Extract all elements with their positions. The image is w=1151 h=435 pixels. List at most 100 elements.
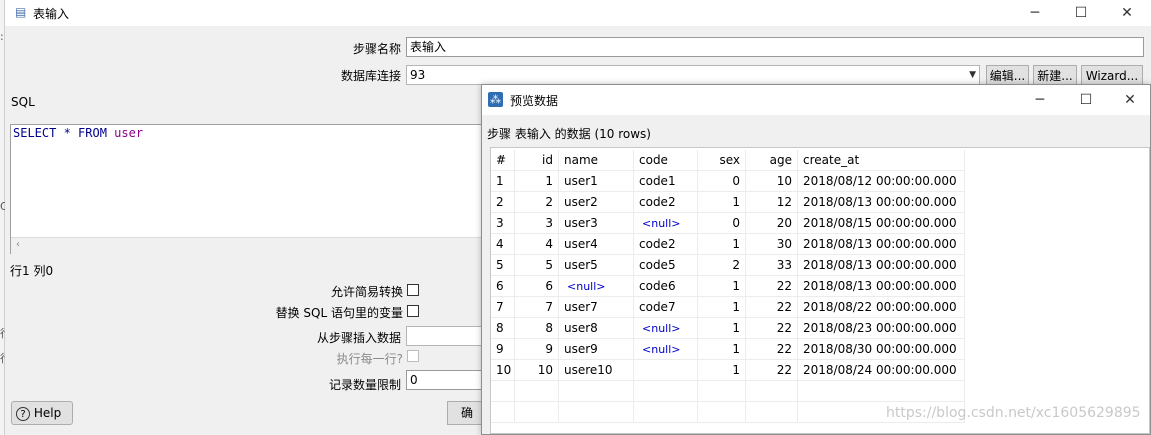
table-cell-row-number[interactable]: 6 — [491, 276, 515, 297]
table-cell-sex[interactable]: 2 — [698, 255, 746, 276]
table-cell-row-number[interactable]: 5 — [491, 255, 515, 276]
table-cell-name[interactable]: user4 — [559, 234, 634, 255]
preview-minimize-button[interactable]: ─ — [1018, 87, 1062, 113]
maximize-button[interactable]: ☐ — [1058, 0, 1104, 26]
column-header-code[interactable]: code — [634, 150, 698, 171]
preview-data-table[interactable]: # ^ id name code sex age create_at 1 1 user1 code1 0… — [490, 147, 1150, 434]
sql-table-name: user — [114, 126, 144, 140]
column-header-age[interactable]: age — [746, 150, 798, 171]
table-cell-create-at[interactable]: 2018/08/30 00:00:00.000 — [798, 339, 965, 360]
table-cell-age[interactable]: 10 — [746, 171, 798, 192]
table-cell-name[interactable]: user1 — [559, 171, 634, 192]
db-connection-select[interactable]: 93 ▼ — [406, 65, 980, 85]
table-cell-id[interactable]: 9 — [515, 339, 559, 360]
insert-from-step-select[interactable] — [406, 326, 486, 346]
table-cell-age[interactable]: 12 — [746, 192, 798, 213]
table-cell-id[interactable]: 10 — [515, 360, 559, 381]
table-cell-row-number[interactable]: 2 — [491, 192, 515, 213]
sql-editor[interactable]: SELECT * FROM user ‹ — [10, 124, 490, 254]
help-button[interactable]: ? Help — [11, 401, 73, 425]
column-header-id[interactable]: id — [515, 150, 559, 171]
table-cell-id[interactable]: 3 — [515, 213, 559, 234]
preview-close-button[interactable]: ✕ — [1108, 87, 1151, 113]
table-cell-code[interactable]: <null> — [634, 213, 698, 234]
table-cell-id[interactable]: 7 — [515, 297, 559, 318]
column-header-name[interactable]: name — [559, 150, 634, 171]
table-cell-age[interactable]: 22 — [746, 276, 798, 297]
column-header-label: id — [542, 153, 553, 167]
table-cell-name[interactable]: user5 — [559, 255, 634, 276]
table-cell-row-number[interactable]: 10 — [491, 360, 515, 381]
minimize-button[interactable]: ─ — [1012, 0, 1058, 26]
table-cell-name[interactable]: <null> — [559, 276, 634, 297]
table-cell-row-number[interactable]: 8 — [491, 318, 515, 339]
table-cell-age[interactable]: 30 — [746, 234, 798, 255]
table-cell-code[interactable] — [634, 360, 698, 381]
table-cell-create-at[interactable]: 2018/08/13 00:00:00.000 — [798, 255, 965, 276]
table-cell-id[interactable]: 1 — [515, 171, 559, 192]
empty-cell — [515, 381, 559, 402]
table-cell-name[interactable]: usere10 — [559, 360, 634, 381]
table-cell-age[interactable]: 22 — [746, 339, 798, 360]
horizontal-scrollbar[interactable]: ‹ — [11, 237, 489, 254]
table-cell-row-number[interactable]: 1 — [491, 171, 515, 192]
table-cell-id[interactable]: 4 — [515, 234, 559, 255]
table-cell-create-at[interactable]: 2018/08/22 00:00:00.000 — [798, 297, 965, 318]
table-cell-age[interactable]: 33 — [746, 255, 798, 276]
record-limit-input[interactable]: 0 — [406, 370, 486, 390]
table-cell-row-number[interactable]: 9 — [491, 339, 515, 360]
table-cell-sex[interactable]: 1 — [698, 339, 746, 360]
table-cell-age[interactable]: 22 — [746, 297, 798, 318]
execute-each-row-checkbox[interactable] — [407, 350, 419, 362]
table-cell-name[interactable]: user3 — [559, 213, 634, 234]
table-cell-age[interactable]: 22 — [746, 360, 798, 381]
table-cell-code[interactable]: code1 — [634, 171, 698, 192]
table-cell-create-at[interactable]: 2018/08/13 00:00:00.000 — [798, 234, 965, 255]
table-cell-code[interactable]: <null> — [634, 339, 698, 360]
table-cell-create-at[interactable]: 2018/08/23 00:00:00.000 — [798, 318, 965, 339]
table-cell-sex[interactable]: 1 — [698, 234, 746, 255]
background-text: 行 — [0, 350, 5, 366]
allow-lazy-conversion-checkbox[interactable] — [407, 284, 419, 296]
close-button[interactable]: ✕ — [1104, 0, 1150, 26]
table-cell-sex[interactable]: 1 — [698, 297, 746, 318]
table-cell-name[interactable]: user7 — [559, 297, 634, 318]
table-cell-id[interactable]: 6 — [515, 276, 559, 297]
column-header-sex[interactable]: sex — [698, 150, 746, 171]
chevron-down-icon[interactable]: ▼ — [969, 67, 976, 83]
table-cell-sex[interactable]: 1 — [698, 192, 746, 213]
column-header-row-number[interactable]: # ^ — [491, 150, 515, 171]
table-cell-name[interactable]: user9 — [559, 339, 634, 360]
table-cell-age[interactable]: 20 — [746, 213, 798, 234]
replace-variables-checkbox[interactable] — [407, 305, 419, 317]
table-cell-code[interactable]: code2 — [634, 192, 698, 213]
table-cell-sex[interactable]: 1 — [698, 276, 746, 297]
table-cell-sex[interactable]: 0 — [698, 171, 746, 192]
table-cell-code[interactable]: code2 — [634, 234, 698, 255]
table-cell-name[interactable]: user2 — [559, 192, 634, 213]
column-header-create-at[interactable]: create_at — [798, 150, 965, 171]
table-cell-create-at[interactable]: 2018/08/12 00:00:00.000 — [798, 171, 965, 192]
table-cell-row-number[interactable]: 3 — [491, 213, 515, 234]
table-cell-row-number[interactable]: 4 — [491, 234, 515, 255]
table-cell-id[interactable]: 8 — [515, 318, 559, 339]
table-cell-create-at[interactable]: 2018/08/13 00:00:00.000 — [798, 192, 965, 213]
table-cell-age[interactable]: 22 — [746, 318, 798, 339]
table-cell-id[interactable]: 2 — [515, 192, 559, 213]
table-cell-create-at[interactable]: 2018/08/24 00:00:00.000 — [798, 360, 965, 381]
table-cell-code[interactable]: code7 — [634, 297, 698, 318]
table-cell-create-at[interactable]: 2018/08/13 00:00:00.000 — [798, 276, 965, 297]
table-cell-sex[interactable]: 1 — [698, 360, 746, 381]
table-cell-id[interactable]: 5 — [515, 255, 559, 276]
table-cell-sex[interactable]: 1 — [698, 318, 746, 339]
table-cell-code[interactable]: <null> — [634, 318, 698, 339]
table-cell-code[interactable]: code5 — [634, 255, 698, 276]
table-cell-name[interactable]: user8 — [559, 318, 634, 339]
table-cell-create-at[interactable]: 2018/08/15 00:00:00.000 — [798, 213, 965, 234]
table-cell-sex[interactable]: 0 — [698, 213, 746, 234]
scroll-left-icon[interactable]: ‹ — [16, 239, 20, 250]
preview-maximize-button[interactable]: ☐ — [1064, 87, 1108, 113]
step-name-input[interactable]: 表输入 — [406, 37, 1144, 57]
table-cell-row-number[interactable]: 7 — [491, 297, 515, 318]
table-cell-code[interactable]: code6 — [634, 276, 698, 297]
